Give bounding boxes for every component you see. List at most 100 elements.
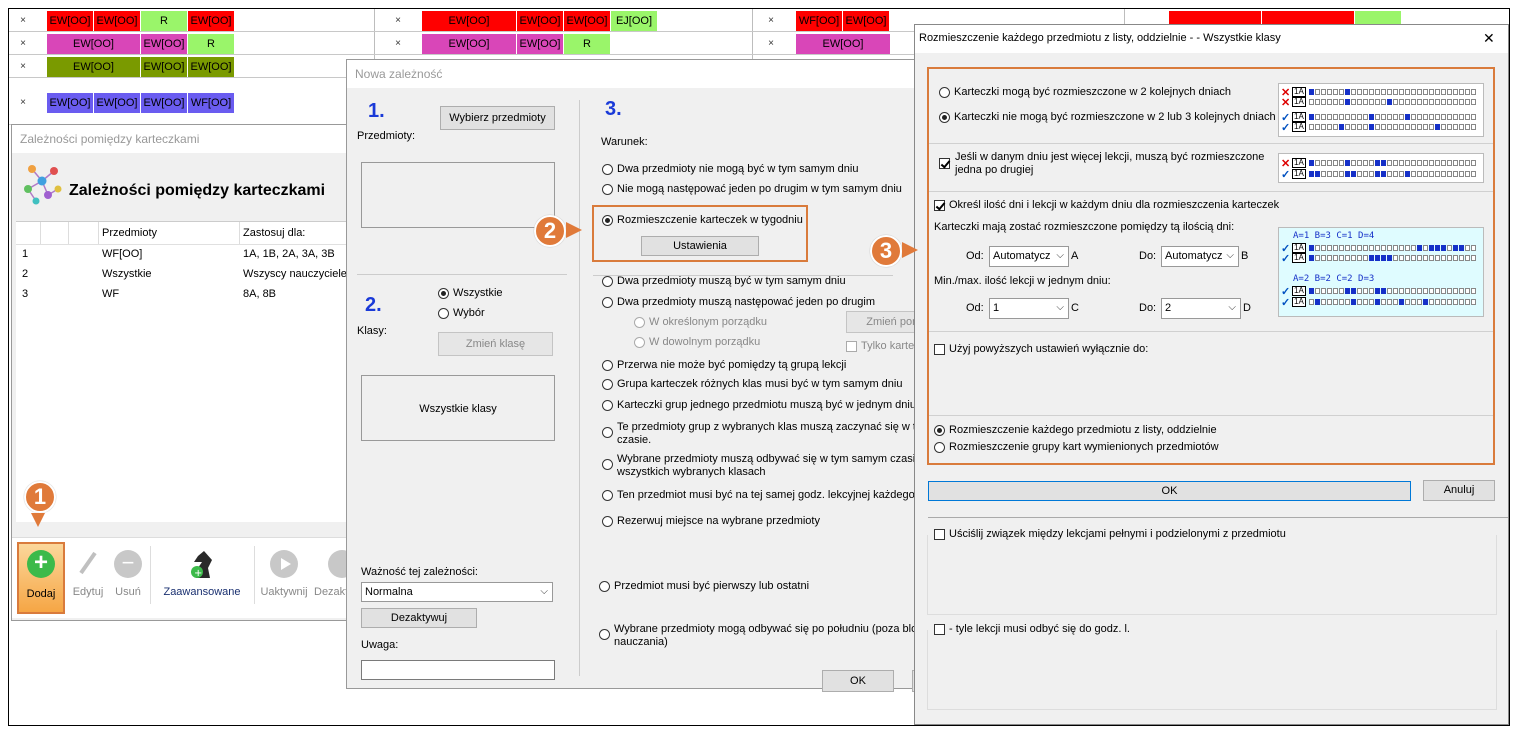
consecutive-allowed-radio[interactable] bbox=[939, 87, 950, 98]
lesson-slot bbox=[1315, 89, 1320, 95]
lesson-card[interactable]: EW[OO] bbox=[188, 57, 235, 77]
condition-radio[interactable] bbox=[602, 400, 613, 411]
lesson-card[interactable]: EW[OO] bbox=[94, 11, 141, 31]
lessons-min-value: 1 bbox=[993, 302, 1000, 314]
order-any-radio[interactable] bbox=[634, 337, 645, 348]
subjects-list[interactable] bbox=[361, 162, 555, 228]
specify-days-checkbox[interactable] bbox=[934, 200, 945, 211]
condition-radio[interactable] bbox=[602, 379, 613, 390]
lesson-card[interactable]: EW[OO] bbox=[47, 11, 94, 31]
condition-radio[interactable] bbox=[602, 297, 613, 308]
close-icon[interactable]: ✕ bbox=[1483, 30, 1495, 47]
group-radio[interactable] bbox=[934, 442, 945, 453]
days-to-select[interactable]: Automatycz ⌵ bbox=[1161, 246, 1239, 267]
lesson-card[interactable]: EW[OO] bbox=[141, 57, 188, 77]
lesson-card[interactable]: EW[OO] bbox=[188, 11, 235, 31]
lesson-card[interactable]: EW[OO] bbox=[517, 34, 564, 54]
lesson-card[interactable]: EW[OO] bbox=[422, 11, 517, 31]
order-fixed-radio[interactable] bbox=[634, 317, 645, 328]
lesson-card[interactable]: EW[OO] bbox=[47, 57, 141, 77]
consecutive-forbidden-radio[interactable] bbox=[939, 112, 950, 123]
row-remove-icon[interactable]: × bbox=[17, 34, 29, 54]
condition-radio[interactable] bbox=[599, 581, 610, 592]
deactivate-dependency-button[interactable]: Dezaktywuj bbox=[361, 608, 477, 628]
lesson-card[interactable]: EW[OO] bbox=[517, 11, 564, 31]
row-remove-icon[interactable]: × bbox=[765, 11, 777, 31]
cancel-button[interactable]: Anuluj bbox=[1423, 480, 1495, 501]
classes-all-radio[interactable] bbox=[438, 288, 449, 299]
lesson-card[interactable]: EW[OO] bbox=[422, 34, 517, 54]
lesson-card[interactable]: EW[OO] bbox=[94, 93, 141, 113]
row-remove-icon[interactable]: × bbox=[392, 34, 404, 54]
only-cards-checkbox[interactable] bbox=[846, 341, 857, 352]
row-remove-icon[interactable]: × bbox=[765, 34, 777, 54]
condition-radio[interactable] bbox=[602, 164, 613, 175]
lesson-card[interactable]: EW[OO] bbox=[141, 93, 188, 113]
choose-subjects-button[interactable]: Wybierz przedmioty bbox=[440, 106, 555, 130]
lesson-card[interactable]: EW[OO] bbox=[141, 34, 188, 54]
table-row[interactable]: 2 Wszystkie Wszyscy nauczyciele bbox=[16, 266, 360, 284]
days-from-select[interactable]: Automatycz ⌵ bbox=[989, 246, 1069, 267]
minus-icon: − bbox=[114, 550, 142, 578]
step-number-1: 1. bbox=[368, 100, 385, 122]
condition-radio[interactable] bbox=[602, 516, 613, 527]
lesson-card[interactable]: EW[OO] bbox=[47, 34, 141, 54]
ok-button[interactable]: OK bbox=[928, 481, 1411, 501]
condition-radio[interactable] bbox=[602, 276, 613, 287]
row-applies-to: Wszyscy nauczyciele bbox=[243, 268, 347, 280]
table-row[interactable]: 3 WF 8A, 8B bbox=[16, 286, 360, 304]
change-class-button[interactable]: Zmień klasę bbox=[438, 332, 553, 356]
consecutive-lessons-checkbox[interactable] bbox=[939, 158, 950, 169]
row-remove-icon[interactable]: × bbox=[17, 57, 29, 77]
ok-button[interactable]: OK bbox=[822, 670, 894, 692]
lesson-card[interactable]: R bbox=[141, 11, 188, 31]
lesson-slot bbox=[1447, 160, 1452, 166]
row-remove-icon[interactable]: × bbox=[17, 93, 29, 113]
classes-choice-radio[interactable] bbox=[438, 308, 449, 319]
use-only-checkbox[interactable] bbox=[934, 344, 945, 355]
column-header-applies-to[interactable]: Zastosuj dla: bbox=[243, 227, 305, 239]
lesson-slot bbox=[1363, 288, 1368, 294]
edit-button[interactable]: Edytuj bbox=[68, 542, 108, 614]
lesson-slot bbox=[1459, 124, 1464, 130]
column-header-subjects[interactable]: Przedmioty bbox=[102, 227, 157, 239]
lesson-card[interactable]: EW[OO] bbox=[564, 11, 611, 31]
condition-radio[interactable] bbox=[602, 427, 613, 438]
lesson-card[interactable]: R bbox=[188, 34, 235, 54]
add-button[interactable]: + Dodaj bbox=[17, 542, 65, 614]
lesson-slot bbox=[1393, 255, 1398, 261]
condition-radio[interactable] bbox=[602, 459, 613, 470]
condition-radio[interactable] bbox=[602, 360, 613, 371]
remove-button[interactable]: − Usuń bbox=[110, 542, 146, 614]
table-row[interactable]: 1 WF[OO] 1A, 1B, 2A, 3A, 3B bbox=[16, 246, 360, 264]
condition-radio[interactable] bbox=[599, 629, 610, 640]
lesson-card[interactable]: EW[OO] bbox=[843, 11, 890, 31]
lesson-card[interactable]: EJ[OO] bbox=[611, 11, 658, 31]
lesson-slot bbox=[1417, 171, 1422, 177]
row-remove-icon[interactable]: × bbox=[17, 11, 29, 31]
lesson-slot bbox=[1315, 299, 1320, 305]
condition-radio[interactable] bbox=[602, 184, 613, 195]
lesson-slot bbox=[1459, 99, 1464, 105]
lessons-min-select[interactable]: 1 ⌵ bbox=[989, 298, 1069, 319]
note-input[interactable] bbox=[361, 660, 555, 680]
settings-button[interactable]: Ustawienia bbox=[641, 236, 759, 256]
classes-list[interactable]: Wszystkie klasy bbox=[361, 375, 555, 441]
lesson-slot bbox=[1351, 288, 1356, 294]
lesson-card[interactable]: R bbox=[564, 34, 611, 54]
validity-select[interactable]: Normalna ⌵ bbox=[361, 582, 553, 602]
advanced-button[interactable]: + Zaawansowane bbox=[154, 542, 250, 614]
weekly-distribution-radio[interactable] bbox=[602, 215, 613, 226]
lesson-slot bbox=[1465, 160, 1470, 166]
lessons-max-select[interactable]: 2 ⌵ bbox=[1161, 298, 1241, 319]
lesson-card[interactable]: EW[OO] bbox=[47, 93, 94, 113]
lesson-card[interactable]: EW[OO] bbox=[796, 34, 891, 54]
condition-radio[interactable] bbox=[602, 490, 613, 501]
row-remove-icon[interactable]: × bbox=[392, 11, 404, 31]
activate-button[interactable]: Uaktywnij bbox=[256, 542, 312, 614]
lesson-card[interactable]: WF[OO] bbox=[796, 11, 843, 31]
lesson-card[interactable]: WF[OO] bbox=[188, 93, 235, 113]
each-separately-radio[interactable] bbox=[934, 425, 945, 436]
lesson-slot bbox=[1369, 288, 1374, 294]
lesson-slot bbox=[1363, 99, 1368, 105]
